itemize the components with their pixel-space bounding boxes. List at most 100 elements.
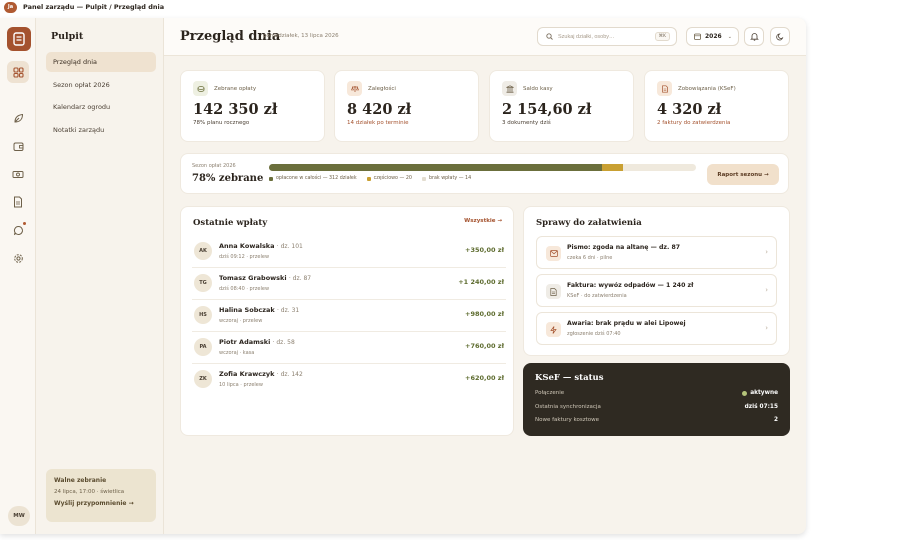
chevron-down-icon: ⌄	[727, 33, 732, 40]
ksef-title: KSeF — status	[535, 373, 604, 383]
sidebar-item-kalendarz[interactable]: Kalendarz ogrodu	[46, 97, 156, 117]
kpi-label: Zobowiązania (KSeF)	[678, 85, 736, 92]
payer-name: Zofia Krawczyk	[219, 370, 275, 378]
plot-number: · dz. 87	[288, 275, 312, 282]
task-item[interactable]: Pismo: zgoda na altanę — dz. 87 czeka 6 …	[536, 236, 777, 269]
table-row[interactable]: ZK Zofia Krawczyk · dz. 142 10 lipca · p…	[192, 364, 506, 396]
task-title: Awaria: brak prądu w alei Lipowej	[567, 320, 686, 327]
sidebar-title: Pulpit	[51, 31, 84, 42]
legend-item-partial: częściowo — 20	[366, 176, 412, 181]
task-sub: KSeF · do zatwierdzenia	[567, 293, 627, 299]
search-icon	[546, 33, 553, 40]
kpi-sub: 2 faktury do zatwierdzenia	[657, 120, 731, 126]
avatar: ZK	[194, 370, 212, 388]
plot-number: · dz. 142	[276, 371, 303, 378]
plot-number: · dz. 58	[272, 339, 295, 346]
table-row[interactable]: TG Tomasz Grabowski · dz. 87 dziś 08:40 …	[192, 268, 506, 300]
send-reminder-link[interactable]: Wyślij przypomnienie →	[54, 500, 148, 507]
kpi-value: 4 320 zł	[657, 101, 722, 118]
payment-meta: 10 lipca · przelew	[219, 382, 263, 388]
app-window: MW Pulpit Przegląd dnia Sezon opłat 2026…	[0, 18, 806, 534]
payer-name: Tomasz Grabowski	[219, 274, 287, 282]
task-sub: czeka 6 dni · pilne	[567, 255, 613, 261]
document-icon[interactable]	[7, 191, 29, 213]
task-sub: zgłoszenie dziś 07:40	[567, 331, 621, 337]
notifications-button[interactable]	[744, 27, 764, 46]
kpi-saldo-kasy[interactable]: Saldo kasy 2 154,60 zł 3 dokumenty dziś	[489, 70, 634, 142]
ksef-status-card: KSeF — status Połączenie aktywne Ostatni…	[523, 363, 790, 436]
payment-amount: +980,00 zł	[465, 310, 504, 318]
table-row[interactable]: PA Piotr Adamski · dz. 58 wczoraj · kasa…	[192, 332, 506, 364]
kpi-label: Zebrane opłaty	[214, 85, 257, 92]
year-select[interactable]: 2026 ⌄	[686, 27, 739, 46]
search-box[interactable]: ⌘K	[537, 27, 677, 46]
page-date: poniedziałek, 13 lipca 2026	[263, 33, 339, 39]
task-title: Pismo: zgoda na altanę — dz. 87	[567, 244, 681, 251]
kpi-sub: 3 dokumenty dziś	[502, 120, 551, 126]
tasks-panel: Sprawy do załatwienia Pismo: zgoda na al…	[523, 206, 790, 356]
payer-name: Piotr Adamski	[219, 338, 271, 346]
search-shortcut: ⌘K	[654, 32, 670, 41]
task-item[interactable]: Awaria: brak prądu w alei Lipowej zgłosz…	[536, 312, 777, 345]
theme-toggle-button[interactable]	[770, 27, 790, 46]
sidebar-item-notatki[interactable]: Notatki zarządu	[46, 120, 156, 140]
chevron-right-icon: ›	[765, 286, 768, 294]
kpi-value: 142 350 zł	[193, 101, 278, 118]
season-report-button[interactable]: Raport sezonu →	[707, 164, 779, 185]
kpi-zebrane-oplaty[interactable]: Zebrane opłaty 142 350 zł 78% planu rocz…	[180, 70, 325, 142]
window-avatar: Ja	[4, 1, 17, 13]
progress-paid-segment	[269, 164, 603, 171]
sidebar-item-sezon-oplat[interactable]: Sezon opłat 2026	[46, 75, 156, 95]
ksef-row-label: Nowe faktury kosztowe	[535, 417, 600, 423]
all-payments-link[interactable]: Wszystkie →	[464, 218, 502, 224]
task-title: Faktura: wywóz odpadów — 1 240 zł	[567, 282, 694, 289]
meeting-reminder-card: Walne zebranie 24 lipca, 17:00 · świetli…	[46, 469, 156, 522]
main-content: Przegląd dnia poniedziałek, 13 lipca 202…	[164, 18, 806, 534]
meeting-details: 24 lipca, 17:00 · świetlica	[54, 489, 125, 495]
tasks-title: Sprawy do załatwienia	[536, 218, 642, 228]
ksef-row-value: aktywne	[750, 390, 778, 396]
dashboard-icon[interactable]	[7, 61, 29, 83]
ksef-row-connection: Połączenie aktywne	[535, 390, 778, 396]
payer-name: Halina Sobczak	[219, 306, 275, 314]
table-row[interactable]: AK Anna Kowalska · dz. 101 dziś 09:12 · …	[192, 236, 506, 268]
chat-icon[interactable]	[7, 219, 29, 241]
recent-payments-title: Ostatnie wpłaty	[193, 218, 268, 228]
table-row[interactable]: HS Halina Sobczak · dz. 31 wczoraj · prz…	[192, 300, 506, 332]
year-select-value: 2026	[705, 33, 722, 40]
status-dot-icon	[742, 390, 748, 396]
legend-item-paid: opłacone w całości — 312 działek	[269, 176, 357, 181]
payment-amount: +760,00 zł	[465, 342, 504, 350]
scale-icon	[347, 81, 362, 96]
kpi-zobowiazania-ksef[interactable]: Zobowiązania (KSeF) 4 320 zł 2 faktury d…	[644, 70, 789, 142]
sidebar: Pulpit Przegląd dnia Sezon opłat 2026 Ka…	[36, 18, 164, 534]
page-header: Przegląd dnia poniedziałek, 13 lipca 202…	[164, 18, 806, 56]
avatar: HS	[194, 306, 212, 324]
payment-amount: +1 240,00 zł	[458, 278, 504, 286]
payment-amount: +620,00 zł	[465, 374, 504, 382]
progress-partial-segment	[602, 164, 624, 171]
icon-rail: MW	[0, 18, 36, 534]
task-item[interactable]: Faktura: wywóz odpadów — 1 240 zł KSeF ·…	[536, 274, 777, 307]
season-progress-card: Sezon opłat 2026 78% zebrane opłacone w …	[180, 153, 789, 194]
user-avatar[interactable]: MW	[8, 506, 30, 526]
payment-meta: wczoraj · kasa	[219, 350, 255, 356]
ksef-row-value: 2	[773, 417, 778, 423]
leaf-icon[interactable]	[7, 107, 29, 129]
avatar: PA	[194, 338, 212, 356]
wallet-icon[interactable]	[7, 135, 29, 157]
cash-icon[interactable]	[7, 163, 29, 185]
app-logo-icon[interactable]	[7, 27, 31, 51]
window-title: Panel zarządu — Pulpit / Przegląd dnia	[23, 3, 165, 11]
sidebar-item-przeglad-dnia[interactable]: Przegląd dnia	[46, 52, 156, 72]
kpi-sub: 78% planu rocznego	[193, 120, 250, 126]
settings-icon[interactable]	[7, 247, 29, 269]
payment-amount: +350,00 zł	[465, 246, 504, 254]
search-input[interactable]	[558, 33, 658, 40]
kpi-value: 8 420 zł	[347, 101, 412, 118]
payer-name: Anna Kowalska	[219, 242, 275, 250]
legend-item-unpaid: brak wpłaty — 14	[421, 176, 471, 181]
plot-number: · dz. 31	[276, 307, 300, 314]
ksef-row-invoices: Nowe faktury kosztowe 2	[535, 417, 778, 423]
kpi-zaleglosci[interactable]: Zaległości 8 420 zł 14 działek po termin…	[334, 70, 479, 142]
